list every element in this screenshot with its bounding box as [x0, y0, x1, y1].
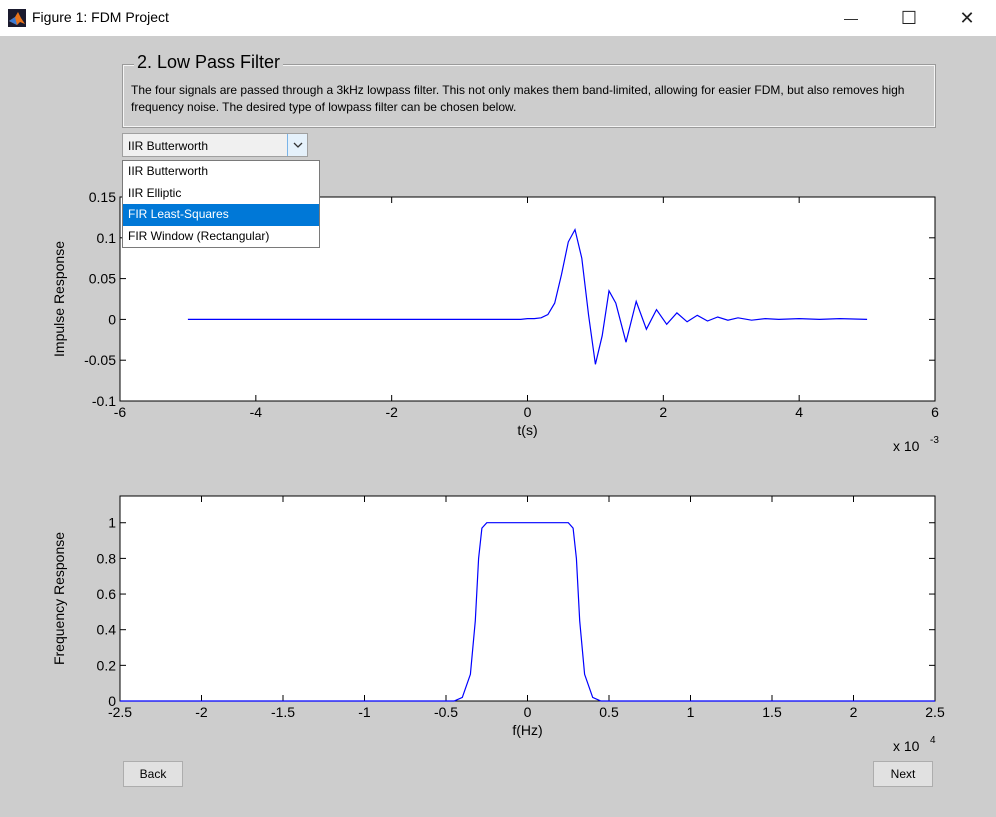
x-tick-label: 0 — [524, 704, 532, 720]
y-tick-label: 0.15 — [89, 189, 116, 205]
x-multiplier-exponent: -3 — [930, 435, 939, 446]
title-bar: Figure 1: FDM Project — ☐ ✕ — [0, 0, 996, 36]
x-multiplier-label: x 10 — [893, 738, 920, 754]
y-tick-label: -0.05 — [84, 352, 116, 368]
plot-area-1 — [119, 495, 936, 702]
option-fir-window-rectangular[interactable]: FIR Window (Rectangular) — [123, 226, 319, 248]
window-title: Figure 1: FDM Project — [32, 9, 169, 25]
x-tick-label: 2 — [850, 704, 858, 720]
filter-type-dropdown[interactable]: IIR Butterworth — [122, 133, 308, 157]
maximize-icon: ☐ — [900, 7, 918, 28]
x-tick-label: 2 — [659, 404, 667, 420]
x-tick-label: 4 — [795, 404, 803, 420]
close-button[interactable]: ✕ — [938, 0, 996, 36]
back-button[interactable]: Back — [123, 761, 183, 787]
y-tick-label: 0.8 — [97, 550, 117, 566]
x-tick-label: -1 — [358, 704, 371, 720]
option-iir-elliptic[interactable]: IIR Elliptic — [123, 183, 319, 205]
x-axis-label: f(Hz) — [512, 722, 542, 738]
y-tick-label: 0.05 — [89, 271, 116, 287]
x-tick-label: -1.5 — [271, 704, 295, 720]
maximize-button[interactable]: ☐ — [880, 0, 938, 36]
x-tick-label: 0 — [524, 404, 532, 420]
x-tick-label: 1.5 — [762, 704, 782, 720]
x-tick-label: -2 — [195, 704, 208, 720]
option-iir-butterworth[interactable]: IIR Butterworth — [123, 161, 319, 183]
x-tick-label: 6 — [931, 404, 939, 420]
y-tick-label: 1 — [108, 515, 116, 531]
y-tick-label: 0 — [108, 311, 116, 327]
x-tick-label: -4 — [250, 404, 263, 420]
figure-area: 2. Low Pass Filter The four signals are … — [0, 36, 996, 817]
x-multiplier-label: x 10 — [893, 438, 920, 454]
dropdown-selected-value: IIR Butterworth — [128, 139, 209, 153]
y-tick-label: 0.6 — [97, 586, 117, 602]
y-axis-label: Impulse Response — [51, 241, 67, 357]
x-multiplier-exponent: 4 — [930, 735, 936, 746]
option-fir-least-squares[interactable]: FIR Least-Squares — [123, 204, 319, 226]
x-axis-label: t(s) — [517, 422, 537, 438]
next-button[interactable]: Next — [873, 761, 933, 787]
y-tick-label: 0.4 — [97, 622, 117, 638]
x-tick-label: 1 — [687, 704, 695, 720]
minimize-icon: — — [844, 10, 858, 26]
filter-options-list: IIR Butterworth IIR Elliptic FIR Least-S… — [122, 160, 320, 248]
minimize-button[interactable]: — — [822, 0, 880, 36]
x-tick-label: 0.5 — [599, 704, 619, 720]
close-icon: ✕ — [959, 7, 975, 28]
y-axis-label: Frequency Response — [51, 532, 67, 665]
x-tick-label: 2.5 — [925, 704, 945, 720]
matlab-logo-icon — [8, 9, 26, 27]
y-tick-label: 0.1 — [97, 230, 117, 246]
y-tick-label: 0.2 — [97, 657, 117, 673]
y-tick-label: 0 — [108, 693, 116, 709]
chevron-down-icon[interactable] — [287, 134, 307, 156]
y-tick-label: -0.1 — [92, 393, 116, 409]
x-tick-label: -0.5 — [434, 704, 458, 720]
x-tick-label: -2 — [385, 404, 398, 420]
